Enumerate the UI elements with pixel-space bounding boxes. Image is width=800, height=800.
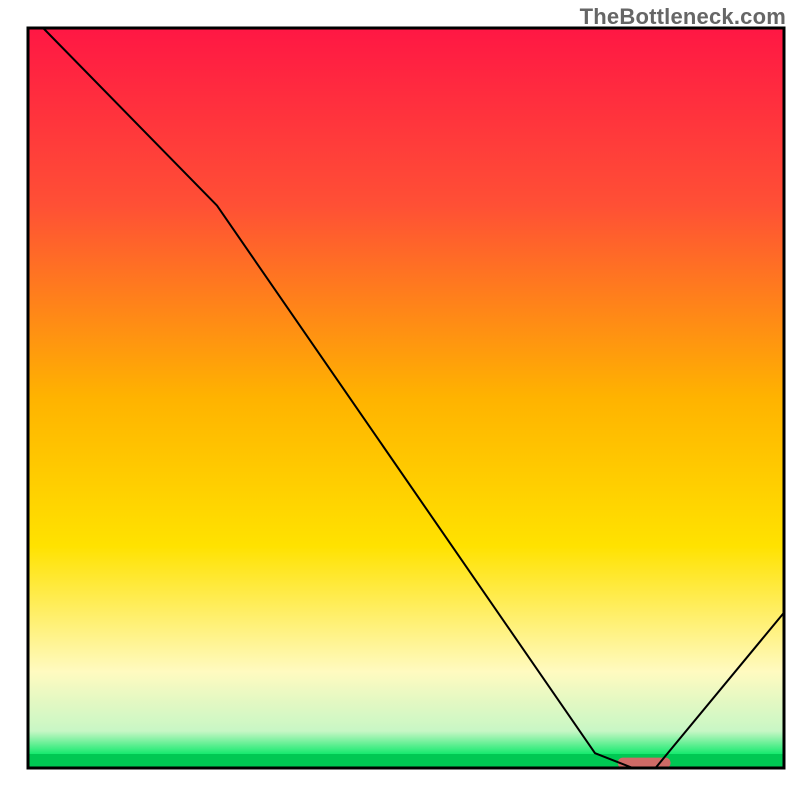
bottleneck-chart — [0, 0, 800, 800]
watermark-label: TheBottleneck.com — [580, 4, 786, 30]
green-base-strip — [28, 754, 784, 768]
plot-background — [28, 28, 784, 768]
chart-frame: TheBottleneck.com — [0, 0, 800, 800]
